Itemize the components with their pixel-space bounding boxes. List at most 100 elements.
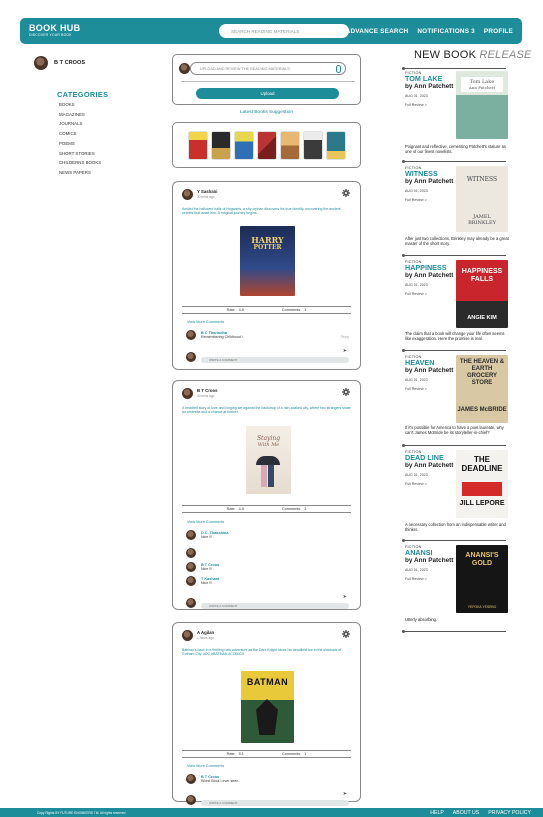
footer-privacy-link[interactable]: PRIVACY POLICY (488, 810, 531, 816)
avatar[interactable] (182, 388, 193, 399)
upload-button[interactable]: Upload (196, 88, 339, 99)
comment-text: Nice !!! (201, 567, 213, 572)
comment-composer: ➤ (186, 791, 349, 809)
comment-item (186, 548, 196, 558)
rate-value[interactable]: 4.5 (239, 507, 244, 511)
send-icon[interactable]: ➤ (343, 791, 347, 797)
cover-title: WITNESS (466, 176, 498, 183)
book-cover[interactable]: Tom Lake Ann Patchett (456, 71, 508, 139)
post-book-cover[interactable]: BATMAN (241, 671, 294, 743)
attach-icon[interactable] (336, 65, 341, 73)
post-card: A Agilan 1 hours ago Batman's back in a … (172, 622, 361, 806)
footer-about-link[interactable]: ABOUT US (453, 810, 479, 816)
book-description: Poignant and reflective, cementing Patch… (405, 144, 506, 154)
comment-text: Nice !!! (201, 581, 213, 586)
post-time: 40 mins ago (197, 393, 215, 398)
new-release-title: NEW BOOK RELEASE (414, 49, 532, 61)
comment-input[interactable] (201, 357, 349, 363)
avatar (179, 63, 190, 74)
book-cover[interactable]: THE HEAVEN & EARTH GROCERY STORE JAMES M… (456, 355, 508, 423)
brand-logo[interactable]: BOOK HUB DISCOVER YOUR BOOK (29, 24, 80, 37)
suggestions-title: Latest Books Suggestion (239, 110, 294, 115)
category-poems[interactable]: POEMS (59, 139, 101, 149)
category-magazines[interactable]: MAGAZINES (59, 110, 101, 120)
rate-value[interactable]: 5.1 (239, 752, 244, 756)
category-short-stories[interactable]: SHORT STORIES (59, 149, 101, 159)
cover-title: BATMAN (246, 677, 289, 687)
comments-label: Comments (281, 507, 301, 511)
search-input[interactable] (219, 24, 349, 38)
view-more-comments[interactable]: View More Comments (187, 320, 224, 324)
send-icon[interactable]: ➤ (343, 348, 347, 354)
avatar[interactable] (186, 774, 196, 784)
comment-input[interactable] (201, 800, 349, 806)
settings-gear-icon[interactable] (342, 189, 350, 197)
footer-help-link[interactable]: HELP (430, 810, 444, 816)
current-user[interactable]: B T CROOS (34, 56, 85, 70)
category-comics[interactable]: COMICS (59, 129, 101, 139)
avatar[interactable] (186, 530, 196, 540)
post-book-cover[interactable]: Staying With Me (246, 426, 291, 494)
category-books[interactable]: BOOKS (59, 100, 101, 110)
book-cover[interactable]: HAPPINESS FALLS ANGIE KIM (456, 260, 508, 328)
book-cover-5-icon[interactable] (280, 131, 299, 159)
settings-gear-icon[interactable] (342, 388, 350, 396)
category-journals[interactable]: JOURNALS (59, 119, 101, 129)
cover-title: ANANSI'S GOLD (465, 552, 499, 567)
category-news-papers[interactable]: NEWS PAPERS (59, 168, 101, 178)
upload-panel: UPLOAD AND REVIEW THE READING MATERIALS … (172, 54, 361, 105)
reply-link[interactable]: Reply (341, 335, 349, 339)
avatar[interactable] (186, 548, 196, 558)
footer-links: HELP ABOUT US PRIVACY POLICY (430, 808, 531, 817)
new-release-title-italic: RELEASE (479, 49, 532, 61)
book-description: Utterly absorbing. (405, 617, 438, 622)
upload-input[interactable]: UPLOAD AND REVIEW THE READING MATERIALS (190, 62, 346, 75)
divider (402, 159, 506, 163)
nav-advance-search[interactable]: ADVANCE SEARCH (346, 28, 409, 35)
comments-count[interactable]: 3 (304, 507, 306, 511)
rate-value[interactable]: 4.5 (239, 308, 244, 312)
send-icon[interactable]: ➤ (343, 594, 347, 600)
comment-text: Remembering Childhood ! (201, 335, 243, 340)
comments-label: Comments (281, 752, 301, 756)
category-childrens-books[interactable]: CHILDERNS BOOKS (59, 158, 101, 168)
book-cover[interactable]: THE DEADLINE JILL LEPORE (456, 450, 508, 518)
avatar (186, 352, 196, 362)
book-cover[interactable]: WITNESS JAMEL BRINKLEY (456, 166, 508, 232)
category-list: BOOKS MAGAZINES JOURNALS COMICS POEMS SH… (59, 100, 101, 178)
footer: Copy Rights BY FUTURE ENGINEERS TM. All … (0, 808, 543, 817)
comments-count[interactable]: 1 (304, 308, 306, 312)
post-header: B T Croos 40 mins ago (182, 388, 218, 399)
book-cover-1-icon[interactable] (188, 131, 207, 159)
post-time: 30 mins ago (197, 194, 215, 199)
book-cover-4-icon[interactable] (257, 131, 276, 159)
avatar[interactable] (186, 576, 196, 586)
cover-title: THE HEAVEN & EARTH GROCERY STORE (459, 359, 505, 386)
nav-profile[interactable]: PROFILE (484, 28, 513, 35)
comment-text: Worst Book I ever seen. (201, 779, 240, 784)
rate-label: Rate (226, 752, 235, 756)
view-more-comments[interactable]: View More Comments (187, 764, 224, 768)
settings-gear-icon[interactable] (342, 630, 350, 638)
avatar (186, 598, 196, 608)
avatar[interactable] (186, 562, 196, 572)
avatar[interactable] (186, 330, 196, 340)
avatar[interactable] (182, 189, 193, 200)
book-cover-6-icon[interactable] (303, 131, 322, 159)
comments-count[interactable]: 1 (304, 752, 306, 756)
book-cover[interactable]: ANANSI'S GOLD YEPOKA YESEBO (456, 545, 508, 613)
book-cover-flying-solo-icon[interactable] (234, 131, 253, 159)
cover-author: ANGIE KIM (467, 315, 497, 321)
post-stats: Rate 4.5 Comments 3 (182, 505, 351, 513)
post-book-cover[interactable]: HARRY POTTER (240, 226, 295, 296)
view-more-comments[interactable]: View More Comments (187, 520, 224, 524)
copyright-text: Copy Rights BY FUTURE ENGINEERS TM. All … (37, 810, 126, 815)
user-name: B T CROOS (54, 60, 86, 66)
book-cover-2-icon[interactable] (211, 131, 230, 159)
avatar[interactable] (182, 630, 193, 641)
comment-item: D.C. Thakshina Nice !!! (186, 530, 228, 540)
book-cover-7-icon[interactable] (326, 131, 345, 159)
comment-item: B T Croos Nice !!! (186, 562, 219, 572)
nav-notifications[interactable]: NOTIFICATIONS 3 (417, 28, 475, 35)
comment-input[interactable] (201, 603, 349, 609)
